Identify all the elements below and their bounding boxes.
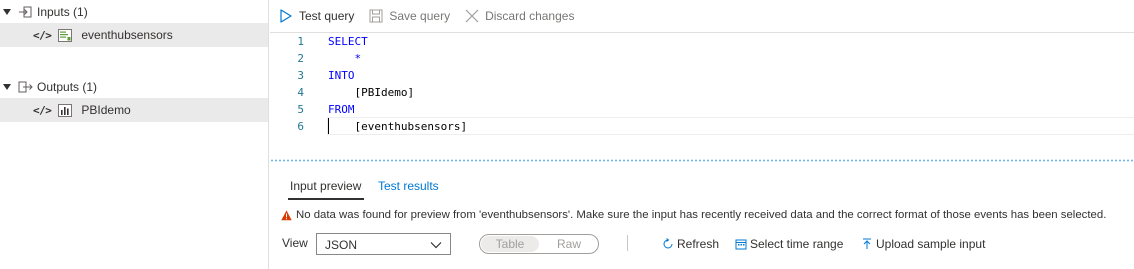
table-raw-toggle[interactable]: Table Raw bbox=[479, 234, 599, 254]
calendar-icon bbox=[735, 238, 747, 250]
outputs-group-label: Outputs (1) bbox=[37, 80, 98, 94]
line-number: 3 bbox=[297, 69, 304, 82]
toggle-raw-option[interactable]: Raw bbox=[540, 236, 598, 252]
refresh-button[interactable]: Refresh bbox=[662, 234, 719, 254]
query-editor[interactable]: 1 SELECT 2 * 3 INTO 4 [PBIdemo] 5 FROM 6… bbox=[270, 32, 1134, 156]
code-text: [eventhubsensors] bbox=[328, 120, 468, 133]
save-query-button[interactable]: Save query bbox=[368, 4, 450, 28]
warning-text: No data was found for preview from 'even… bbox=[296, 209, 1107, 221]
tab-test-results[interactable]: Test results bbox=[378, 172, 439, 200]
toggle-table-option[interactable]: Table bbox=[481, 236, 539, 252]
active-tab-indicator bbox=[288, 198, 364, 200]
refresh-icon bbox=[662, 238, 674, 250]
play-icon bbox=[278, 8, 294, 24]
view-format-select[interactable]: JSON bbox=[316, 233, 451, 255]
line-number: 5 bbox=[297, 103, 304, 116]
code-line: 1 SELECT bbox=[270, 33, 1134, 50]
text-cursor bbox=[328, 118, 329, 134]
code-icon: </> bbox=[33, 28, 52, 42]
code-line: 2 * bbox=[270, 50, 1134, 67]
toolbar-divider bbox=[627, 235, 628, 251]
test-query-button[interactable]: Test query bbox=[278, 4, 354, 28]
inputs-group-label: Inputs (1) bbox=[37, 5, 88, 19]
line-number: 1 bbox=[297, 35, 304, 48]
results-tabs: Input preview Test results bbox=[270, 172, 1134, 200]
test-query-label: Test query bbox=[299, 9, 355, 23]
inputs-outputs-tree: Inputs (1) </> eventhubsensors Outputs (… bbox=[0, 0, 269, 269]
discard-changes-button[interactable]: Discard changes bbox=[464, 4, 574, 28]
tree-item-pbidemo[interactable]: </> PBIdemo bbox=[0, 98, 268, 122]
tree-item-label: PBIdemo bbox=[81, 103, 131, 117]
chevron-down-icon bbox=[430, 239, 442, 249]
view-bar: View JSON Table Raw Refresh Select time … bbox=[270, 232, 1134, 256]
code-text: FROM bbox=[328, 103, 355, 116]
upload-sample-input-button[interactable]: Upload sample input bbox=[861, 234, 985, 254]
input-arrow-icon bbox=[17, 5, 33, 19]
line-number: 4 bbox=[297, 86, 304, 99]
view-label: View bbox=[282, 236, 308, 250]
event-hub-icon bbox=[57, 27, 73, 43]
code-line: 4 [PBIdemo] bbox=[270, 84, 1134, 101]
code-text: SELECT bbox=[328, 35, 368, 48]
discard-changes-label: Discard changes bbox=[485, 9, 575, 23]
warning-icon bbox=[281, 210, 292, 221]
code-line: 5 FROM bbox=[270, 101, 1134, 118]
outputs-group-header[interactable]: Outputs (1) bbox=[0, 75, 268, 99]
code-text: [PBIdemo] bbox=[328, 86, 415, 99]
code-text: * bbox=[328, 52, 362, 65]
power-bi-icon bbox=[57, 102, 73, 118]
tab-input-preview[interactable]: Input preview bbox=[290, 172, 361, 200]
refresh-label: Refresh bbox=[677, 237, 720, 251]
query-toolbar: Test query Save query Discard changes bbox=[270, 0, 1134, 32]
code-line: 6 [eventhubsensors] bbox=[270, 118, 1134, 135]
select-time-range-button[interactable]: Select time range bbox=[735, 234, 843, 254]
output-arrow-icon bbox=[17, 80, 33, 94]
inputs-group-header[interactable]: Inputs (1) bbox=[0, 0, 268, 24]
save-icon bbox=[368, 8, 384, 24]
select-time-range-label: Select time range bbox=[750, 237, 844, 251]
warning-message: No data was found for preview from 'even… bbox=[281, 207, 1106, 223]
code-text: INTO bbox=[328, 69, 355, 82]
close-icon bbox=[464, 8, 480, 24]
code-icon: </> bbox=[33, 103, 52, 117]
line-number: 2 bbox=[297, 52, 304, 65]
view-format-value: JSON bbox=[325, 238, 358, 252]
upload-icon bbox=[861, 238, 873, 250]
chevron-down-icon[interactable] bbox=[3, 84, 11, 90]
save-query-label: Save query bbox=[389, 9, 451, 23]
tree-item-eventhubsensors[interactable]: </> eventhubsensors bbox=[0, 23, 268, 47]
chevron-down-icon[interactable] bbox=[3, 9, 11, 15]
code-line: 3 INTO bbox=[270, 67, 1134, 84]
upload-sample-input-label: Upload sample input bbox=[876, 237, 986, 251]
tree-item-label: eventhubsensors bbox=[81, 28, 173, 42]
line-number: 6 bbox=[297, 120, 304, 133]
pane-splitter[interactable] bbox=[270, 159, 1134, 162]
